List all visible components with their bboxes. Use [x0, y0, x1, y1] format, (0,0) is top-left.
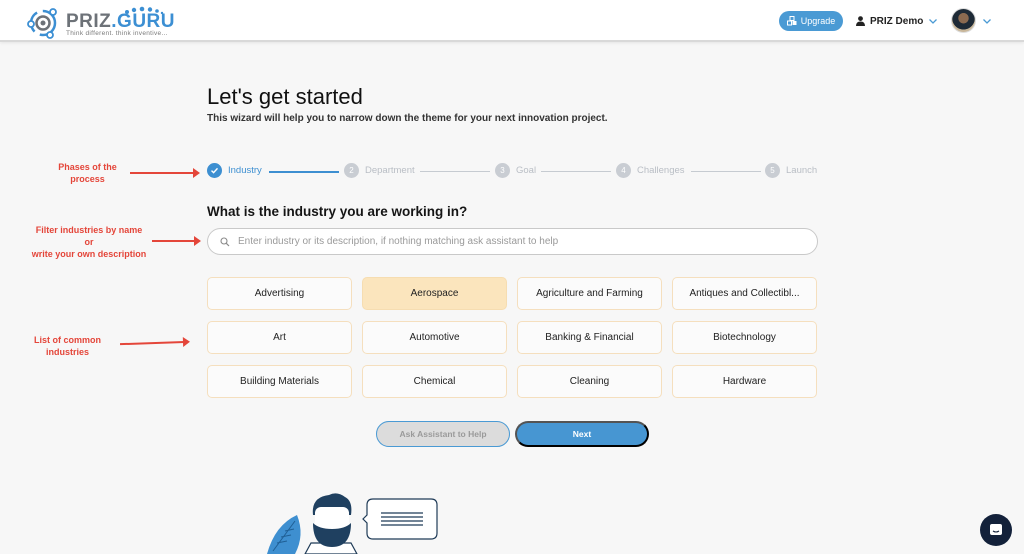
chevron-down-icon [929, 19, 938, 24]
user-name: PRIZ Demo [870, 15, 924, 27]
user-icon [856, 16, 865, 26]
annotation-arrow [130, 168, 200, 178]
step-number: 3 [495, 163, 510, 178]
logo-mark-icon [27, 8, 57, 39]
annotation-text: process [70, 174, 105, 184]
industry-question: What is the industry you are working in? [207, 204, 468, 219]
industry-chip[interactable]: Antiques and Collectibl... [672, 277, 817, 310]
logo-text-guru: .GURU [111, 11, 176, 32]
step-industry[interactable]: Industry [207, 163, 262, 178]
chat-support-button[interactable] [980, 514, 1012, 546]
user-menu[interactable]: PRIZ Demo [856, 12, 938, 30]
step-number: 5 [765, 163, 780, 178]
industry-chip[interactable]: Building Materials [207, 365, 352, 398]
annotation-text: Filter industries by name [35, 225, 143, 235]
chat-icon [990, 524, 1002, 535]
annotation-text: or [84, 237, 94, 247]
step-department[interactable]: 2 Department [344, 163, 415, 178]
cubes-icon [786, 16, 797, 26]
logo-text-priz: PRIZ [66, 11, 112, 32]
step-connector [269, 171, 339, 173]
chevron-down-icon [983, 18, 991, 24]
wizard-stepper: Industry 2 Department 3 Goal 4 Challenge… [207, 163, 819, 180]
industry-chip[interactable]: Advertising [207, 277, 352, 310]
page-subtitle: This wizard will help you to narrow down… [207, 113, 608, 124]
industry-chip[interactable]: Biotechnology [672, 321, 817, 354]
logo[interactable]: PRIZ.GURU Think different. think inventi… [24, 4, 175, 40]
avatar [951, 8, 976, 33]
industry-chip[interactable]: Chemical [362, 365, 507, 398]
step-label: Challenges [637, 165, 685, 176]
industry-chip[interactable]: Banking & Financial [517, 321, 662, 354]
step-challenges[interactable]: 4 Challenges [616, 163, 685, 178]
industry-search[interactable] [207, 228, 818, 255]
ask-assistant-button[interactable]: Ask Assistant to Help [376, 421, 510, 447]
industry-chip[interactable]: Cleaning [517, 365, 662, 398]
industry-chip[interactable]: Hardware [672, 365, 817, 398]
step-goal[interactable]: 3 Goal [495, 163, 536, 178]
step-connector [420, 171, 490, 172]
industry-list: Advertising Aerospace Agriculture and Fa… [207, 277, 819, 398]
page-title: Let's get started [207, 84, 363, 109]
assistant-illustration [267, 493, 438, 554]
industry-chip[interactable]: Agriculture and Farming [517, 277, 662, 310]
check-icon [207, 163, 222, 178]
annotation-text: write your own description [31, 249, 147, 259]
annotation-list: List of common industries [25, 334, 110, 358]
annotation-filter: Filter industries by name or write your … [14, 224, 164, 260]
top-bar: PRIZ.GURU Think different. think inventi… [0, 0, 1024, 42]
step-connector [691, 171, 761, 172]
step-label: Goal [516, 165, 537, 176]
leaf-icon [267, 515, 301, 554]
industry-search-input[interactable] [238, 236, 798, 247]
step-launch[interactable]: 5 Launch [765, 163, 817, 178]
avatar-menu[interactable] [951, 8, 992, 33]
industry-chip[interactable]: Art [207, 321, 352, 354]
annotation-arrow [152, 236, 201, 246]
annotation-arrow [119, 340, 189, 346]
step-label: Launch [786, 165, 818, 176]
annotation-text: List of common [34, 335, 101, 345]
upgrade-button[interactable]: Upgrade [779, 11, 843, 31]
step-number: 2 [344, 163, 359, 178]
annotation-text: Phases of the [58, 162, 117, 172]
industry-chip[interactable]: Automotive [362, 321, 507, 354]
annotation-text: industries [45, 347, 89, 357]
search-icon [220, 236, 230, 246]
logo-tagline: Think different. think inventive... [66, 30, 168, 37]
step-label: Department [365, 165, 415, 176]
step-number: 4 [616, 163, 631, 178]
annotation-phases: Phases of the process [40, 161, 135, 185]
industry-chip-selected[interactable]: Aerospace [362, 277, 507, 310]
step-connector [541, 171, 611, 172]
next-button[interactable]: Next [515, 421, 649, 447]
step-label: Industry [228, 165, 262, 176]
upgrade-label: Upgrade [800, 16, 836, 26]
